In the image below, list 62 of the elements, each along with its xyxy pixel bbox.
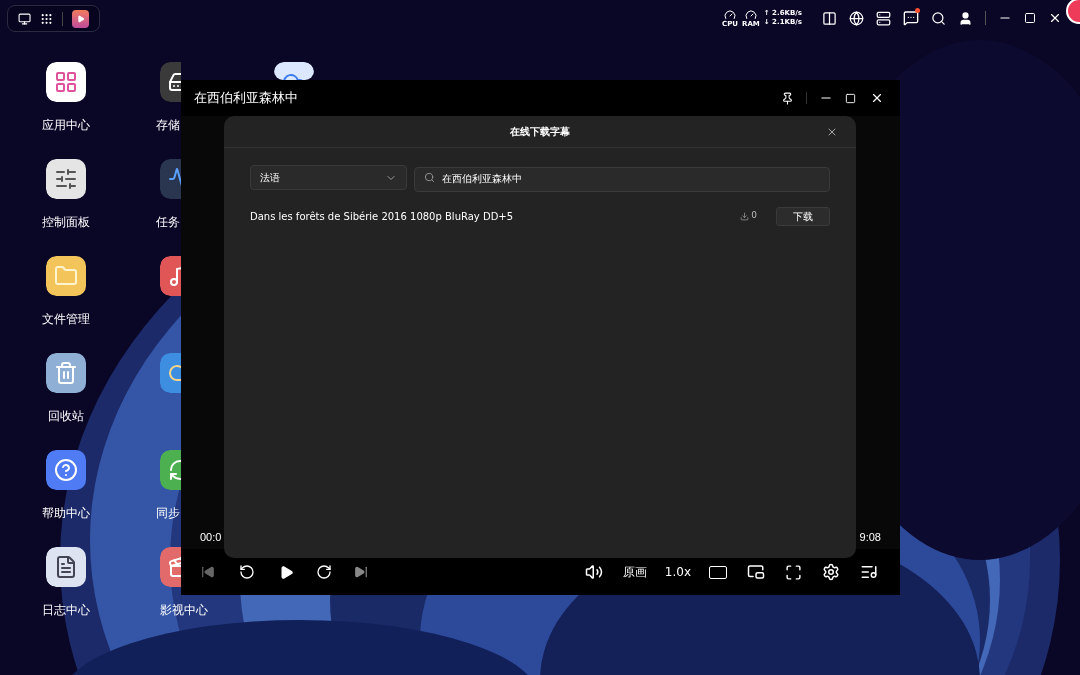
app-icon[interactable] [160,547,181,587]
app-label: 回收站 [48,408,84,425]
app-icon[interactable] [46,256,86,296]
forward-icon[interactable] [316,564,332,580]
app-label: 文件管理 [42,311,90,328]
layout-icon[interactable] [822,10,837,26]
playlist-icon[interactable] [860,563,878,581]
app-icon[interactable] [160,256,181,296]
pin-icon[interactable] [781,91,794,105]
app-icon[interactable] [46,547,86,587]
search-icon [424,172,435,183]
server-icon[interactable] [876,10,891,26]
globe-icon[interactable] [849,10,864,26]
app-label: 控制面板 [42,214,90,231]
close-icon[interactable] [870,91,884,105]
user-icon[interactable] [958,10,973,26]
fullscreen-icon[interactable] [785,563,802,581]
subtitles-icon[interactable] [709,565,727,579]
maximize-icon[interactable] [845,92,856,104]
speed-button[interactable]: 1.0x [664,563,691,581]
elapsed-time: 00:0 [200,529,222,545]
grid-icon[interactable] [40,11,54,26]
app-label: 影视中心 [160,602,208,619]
download-count-icon [740,211,750,221]
settings-icon[interactable] [822,563,840,581]
app-label: 帮助中心 [42,505,90,522]
app-icon[interactable] [160,159,181,199]
cpu-gauge-icon [723,8,738,21]
app-icon[interactable] [160,62,181,102]
app-label: 同步 [156,505,180,522]
total-time: 9:08 [859,529,881,545]
quality-button[interactable]: 原画 [622,563,647,581]
picture-in-picture-icon[interactable] [747,563,765,581]
download-button[interactable]: 下载 [776,206,830,226]
subtitle-name: Dans les forêts de Sibérie 2016 1080p BluRay DD+5 [250,209,514,224]
search-icon[interactable] [931,10,946,26]
app-label: 任务 [156,214,180,231]
dialog-title: 在线下载字幕 [510,125,570,139]
message-icon[interactable] [903,10,919,26]
search-field[interactable]: 在西伯利亚森林中 [414,166,830,192]
app-label: 日志中心 [42,602,90,619]
app-label: 应用中心 [42,117,90,134]
download-count: 0 [751,209,757,223]
app-icon[interactable] [46,62,86,102]
rewind-icon[interactable] [239,564,255,580]
volume-icon[interactable] [584,563,603,581]
previous-icon[interactable] [201,565,215,579]
app-icon[interactable] [46,353,86,393]
desktop-icon[interactable] [18,11,32,26]
app-icon[interactable] [46,159,86,199]
app-label: 存储 [156,117,180,134]
ram-gauge-icon [743,8,758,21]
app-icon[interactable] [274,62,314,80]
play-icon[interactable] [279,564,294,580]
maximize-icon[interactable] [1024,12,1036,24]
app-icon[interactable] [160,450,181,490]
app-icon[interactable] [46,450,86,490]
window-title: 在西伯利亚森林中 [194,89,298,108]
video-app-icon[interactable] [72,9,89,28]
next-icon[interactable] [354,565,368,579]
close-icon[interactable] [1048,11,1062,25]
language-dropdown[interactable]: 法语 [250,165,407,190]
